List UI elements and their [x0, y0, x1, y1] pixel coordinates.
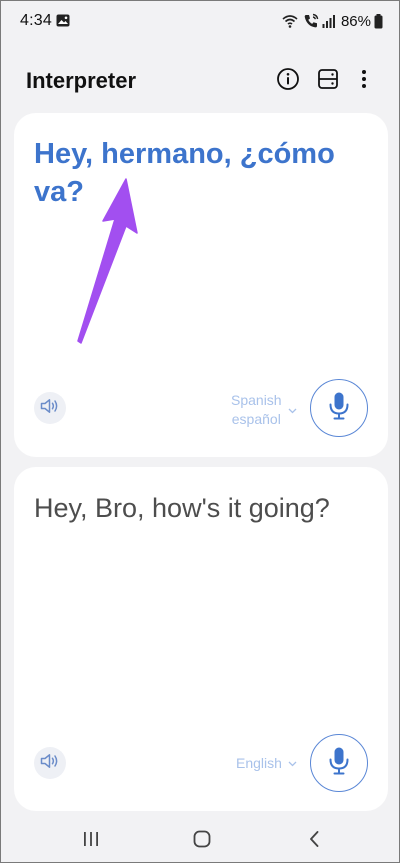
source-mic-button[interactable] [310, 379, 368, 437]
call-icon [303, 13, 319, 29]
page-title: Interpreter [26, 68, 137, 93]
microphone-icon [328, 391, 350, 426]
more-options-button[interactable] [352, 67, 376, 95]
status-time: 4:34 [20, 12, 52, 29]
battery-icon [374, 13, 383, 29]
speaker-icon [40, 398, 60, 419]
target-text[interactable]: Hey, Bro, how's it going? [34, 489, 374, 527]
more-vert-icon [361, 69, 367, 94]
target-language-name: English [236, 755, 282, 771]
back-button[interactable] [296, 827, 332, 855]
target-language-selector[interactable]: English [236, 754, 297, 772]
info-button[interactable] [274, 67, 302, 95]
back-icon [308, 830, 320, 853]
source-language-labels: Spanish español [231, 391, 282, 429]
layout-toggle-button[interactable] [314, 67, 342, 95]
status-icons: 86% [282, 12, 383, 30]
status-bar: 4:34 86% [1, 1, 400, 41]
recents-button[interactable] [73, 827, 109, 855]
split-layout-icon [316, 67, 340, 96]
target-panel: Hey, Bro, how's it going? English [14, 467, 388, 811]
source-speaker-button[interactable] [34, 392, 66, 424]
info-icon [276, 67, 300, 96]
app-window: 4:34 86% Interpreter Hey, hermano, ¿cómo… [0, 0, 400, 863]
microphone-icon [328, 746, 350, 781]
home-icon [193, 830, 211, 853]
source-language-selector[interactable]: Spanish español [231, 391, 297, 429]
chevron-down-icon [288, 754, 297, 772]
gallery-notification-icon [56, 14, 70, 27]
speaker-icon [40, 753, 60, 774]
battery-percent: 86% [340, 12, 371, 30]
annotation-arrow-icon [77, 178, 138, 344]
signal-icon [322, 14, 336, 28]
chevron-down-icon [288, 401, 297, 419]
wifi-calling-icon [282, 14, 300, 29]
target-speaker-button[interactable] [34, 747, 66, 779]
system-nav-bar [1, 819, 400, 863]
source-language-native: español [231, 411, 281, 427]
home-button[interactable] [184, 827, 220, 855]
target-mic-button[interactable] [310, 734, 368, 792]
source-language-name: Spanish [231, 392, 282, 408]
recents-icon [82, 831, 100, 852]
